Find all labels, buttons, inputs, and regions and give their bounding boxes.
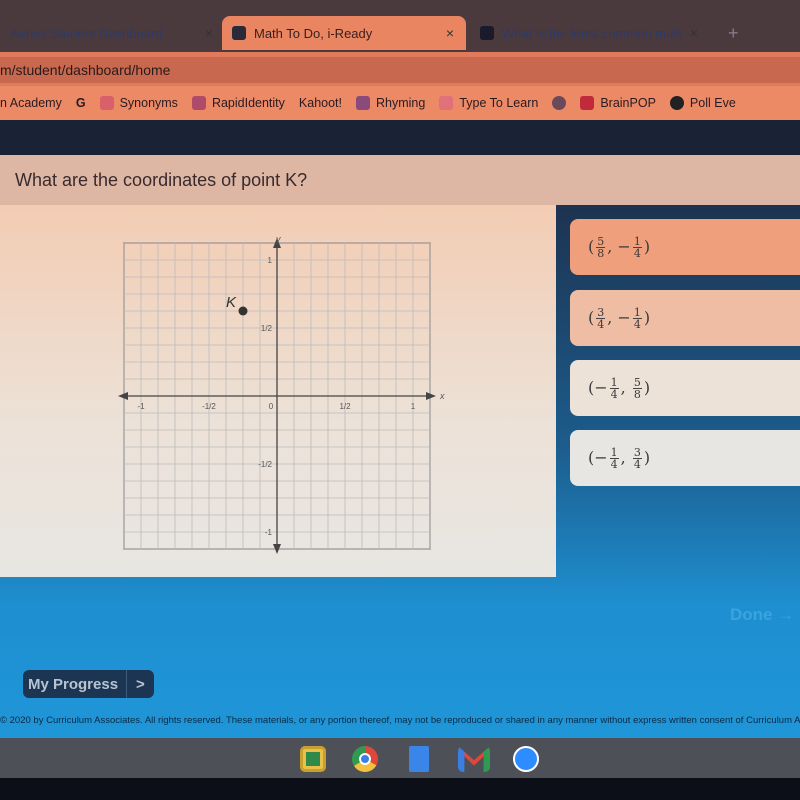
answer-choice-1[interactable]: (5 8, −1 4) [570, 219, 800, 275]
y-tick-label: 1 [268, 256, 273, 265]
globe-icon [552, 96, 567, 110]
address-bar: m/student/dashboard/home [0, 52, 800, 86]
iready-icon [232, 26, 246, 40]
bookmark-label: n Academy [0, 96, 62, 110]
tab-label: Aeries Student Dashboard [10, 25, 163, 41]
bookmark-label: RapidIdentity [211, 96, 285, 110]
tab-label: What is the least common multi [502, 25, 683, 41]
bookmark-type-to-learn[interactable]: Type To Learn [439, 96, 538, 110]
bookmark-synonyms[interactable]: Synonyms [99, 96, 178, 110]
chrome-icon[interactable] [352, 746, 378, 772]
answer-choice-3[interactable]: (− 1 4, 5 8) [570, 360, 800, 416]
tab-label: Math To Do, i-Ready [254, 25, 373, 41]
docs-icon[interactable] [409, 746, 429, 772]
y-axis-label: y [275, 234, 281, 244]
synonyms-icon [99, 96, 114, 110]
answer-text: (− 1 4, 3 4) [588, 445, 651, 471]
bookmark-label: Kahoot! [298, 96, 342, 110]
coordinate-x: 34 [596, 305, 606, 331]
close-tab-icon[interactable]: × [446, 25, 454, 41]
bookmark-google[interactable]: G [76, 96, 86, 110]
coordinate-x: 58 [596, 234, 606, 260]
tab-aeries[interactable]: Aeries Student Dashboard × [0, 16, 225, 50]
coordinate-y: −1 4 [617, 234, 642, 260]
tab-iready[interactable]: Math To Do, i-Ready × [222, 16, 466, 50]
x-tick-label: 1 [411, 402, 416, 411]
x-tick-label: 1/2 [339, 402, 351, 411]
answer-text: (3 4, −1 4) [588, 305, 651, 331]
coordinate-y: 58 [632, 375, 642, 401]
tab-brainly[interactable]: What is the least common multi × [470, 16, 710, 50]
coordinate-plane: x y -1 -1/2 0 1/2 1 1 1/2 -1/2 -1 K [118, 234, 445, 554]
answer-choice-4[interactable]: (− 1 4, 3 4) [570, 430, 800, 486]
bookmark-globe[interactable] [552, 96, 567, 110]
chevron-right-icon: > [136, 675, 145, 693]
bookmark-label: G [75, 96, 86, 110]
page-top-gap [0, 120, 800, 155]
done-button[interactable]: Done → [730, 605, 794, 625]
point-k-label: K [226, 294, 237, 311]
bookmark-label: Synonyms [119, 96, 178, 110]
bookmark-rhyming[interactable]: Rhyming [356, 96, 425, 110]
close-tab-icon[interactable]: × [690, 25, 698, 41]
answer-text: (− 1 4, 5 8) [588, 375, 651, 401]
bookmark-khan-academy[interactable]: n Academy [0, 96, 62, 110]
point-k [238, 306, 248, 316]
brainpop-icon [580, 96, 595, 110]
bookmark-kahoot[interactable]: Kahoot! [299, 96, 342, 110]
x-axis-label: x [439, 391, 445, 401]
my-progress-button[interactable]: My Progress > [23, 670, 154, 698]
taskbar [0, 738, 800, 778]
url-field[interactable]: m/student/dashboard/home [0, 57, 800, 83]
copyright-notice: © 2020 by Curriculum Associates. All rig… [0, 715, 800, 726]
bookmark-brainpop[interactable]: BrainPOP [580, 96, 656, 110]
gmail-icon[interactable] [458, 746, 490, 772]
rhyming-icon [356, 96, 370, 110]
brainly-icon [480, 26, 494, 40]
zoom-icon[interactable] [513, 746, 539, 772]
new-tab-button[interactable]: + [718, 16, 749, 50]
question-header: What are the coordinates of point K? [0, 155, 800, 205]
close-tab-icon[interactable]: × [205, 25, 213, 41]
type-to-learn-icon [439, 96, 454, 110]
my-progress-label: My Progress [23, 670, 128, 698]
bookmark-label: Rhyming [376, 96, 426, 110]
x-tick-label: 0 [269, 402, 274, 411]
coordinate-y: −1 4 [617, 305, 642, 331]
coordinate-x: −1 4 [594, 375, 619, 401]
y-tick-label: -1/2 [258, 460, 272, 469]
answer-text: (5 8, −1 4) [588, 234, 651, 260]
graph-panel: x y -1 -1/2 0 1/2 1 1 1/2 -1/2 -1 K [0, 205, 556, 577]
bookmark-poll-everywhere[interactable]: Poll Eve [669, 96, 736, 110]
x-tick-label: -1 [137, 402, 145, 411]
answer-choice-2[interactable]: (3 4, −1 4) [570, 290, 800, 346]
poll-everywhere-icon [669, 96, 684, 110]
bookmark-rapididentity[interactable]: RapidIdentity [191, 96, 285, 110]
y-tick-label: 1/2 [261, 324, 273, 333]
browser-tab-strip: Aeries Student Dashboard × Math To Do, i-… [0, 0, 800, 52]
bookmark-label: Type To Learn [459, 96, 539, 110]
question-text: What are the coordinates of point K? [15, 170, 308, 190]
bookmark-label: BrainPOP [600, 96, 656, 110]
coordinate-y: 34 [632, 445, 642, 471]
bookmark-label: Poll Eve [689, 96, 736, 110]
x-tick-label: -1/2 [202, 402, 216, 411]
rapididentity-icon [191, 96, 206, 110]
bookmarks-bar: n Academy G Synonyms RapidIdentity Kahoo… [0, 86, 800, 120]
classroom-icon[interactable] [300, 746, 326, 772]
y-tick-label: -1 [265, 528, 273, 537]
lesson-area: x y -1 -1/2 0 1/2 1 1 1/2 -1/2 -1 K (5 8, −1 4) (3 4, … [0, 205, 800, 738]
coordinate-x: −1 4 [594, 445, 619, 471]
